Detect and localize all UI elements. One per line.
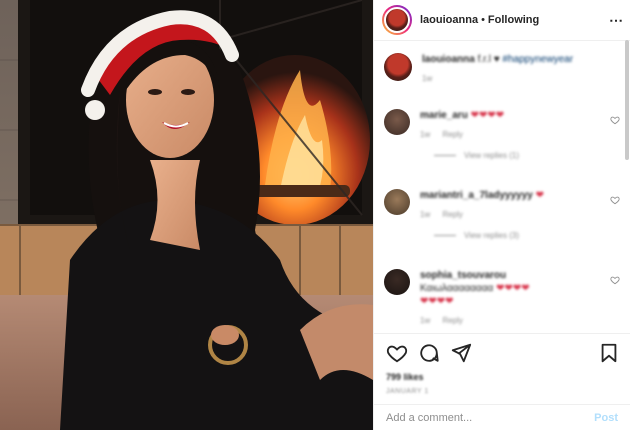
comment-reply-button[interactable]: Reply <box>442 210 462 219</box>
comment-body: marie_aru ❤❤❤❤ 1w Reply View replies (1) <box>420 109 610 160</box>
likes-count[interactable]: 799 likes <box>386 372 620 382</box>
post-date[interactable]: JANUARY 1 <box>386 388 620 395</box>
caption-meta: 1w <box>422 74 620 83</box>
post-actions: 799 likes JANUARY 1 <box>374 333 630 395</box>
comment-time[interactable]: 1w <box>420 210 430 219</box>
comment-avatar[interactable] <box>384 189 410 215</box>
comment-username[interactable]: mariantri_a_7ladyyyyyy <box>420 190 533 201</box>
comment-bubble-icon[interactable] <box>418 342 440 364</box>
comment-hearts: ❤❤❤❤ <box>496 283 530 294</box>
comment-time[interactable]: 1w <box>420 316 430 325</box>
view-replies-label[interactable]: View replies (3) <box>464 231 519 240</box>
more-options-icon[interactable]: ⋯ <box>609 12 624 29</box>
comment-body: sophia_tsouvarou Καιωλαααααααα ❤❤❤❤ ❤❤❤❤… <box>420 269 610 325</box>
caption-time[interactable]: 1w <box>422 74 432 83</box>
comment-reply-button[interactable]: Reply <box>442 316 462 325</box>
comment-hearts: ❤ <box>535 190 545 201</box>
comment-content: Καιωλαααααααα <box>420 283 494 294</box>
post-header: laouioanna • Following ⋯ <box>374 5 630 35</box>
comment-item: mariantri_a_7ladyyyyyy ❤ 1w Reply View r… <box>384 189 620 240</box>
comment-composer: Post <box>374 404 630 430</box>
comment-hearts: ❤❤❤❤ <box>470 110 505 121</box>
comment-input[interactable] <box>386 411 595 424</box>
post-panel: laouioanna • Following ⋯ laouioanna f.r.… <box>373 0 630 430</box>
comment-like-icon[interactable] <box>610 275 620 285</box>
post-photo[interactable] <box>0 0 373 430</box>
caption-username[interactable]: laouioanna <box>422 54 475 65</box>
action-icons <box>386 340 620 366</box>
comment-item: marie_aru ❤❤❤❤ 1w Reply View replies (1) <box>384 109 620 160</box>
comments-list[interactable]: laouioanna f.r.l ♥ #happynewyear 1w mari… <box>374 40 630 330</box>
comment-meta: 1w Reply <box>420 316 610 325</box>
caption: laouioanna f.r.l ♥ #happynewyear 1w <box>384 53 620 83</box>
paper-plane-icon[interactable] <box>450 342 472 364</box>
comment-hearts-second-line: ❤❤❤❤ <box>420 296 454 307</box>
comment-meta: 1w Reply <box>420 210 610 219</box>
caption-hashtag[interactable]: #happynewyear <box>502 54 573 65</box>
caption-avatar[interactable] <box>384 53 412 81</box>
caption-body: laouioanna f.r.l ♥ #happynewyear 1w <box>422 53 620 83</box>
comment-like-icon[interactable] <box>610 115 620 125</box>
comment-text: mariantri_a_7ladyyyyyy ❤ <box>420 189 610 202</box>
comment-avatar[interactable] <box>384 269 410 295</box>
header-separator: • <box>481 14 485 26</box>
replies-line <box>434 155 456 156</box>
comment-item: sophia_tsouvarou Καιωλαααααααα ❤❤❤❤ ❤❤❤❤… <box>384 269 620 325</box>
caption-avatar-wrap[interactable] <box>384 53 412 81</box>
comment-meta: 1w Reply <box>420 130 610 139</box>
view-replies-button[interactable]: View replies (1) <box>434 151 610 160</box>
comment-body: mariantri_a_7ladyyyyyy ❤ 1w Reply View r… <box>420 189 610 240</box>
comment-text: marie_aru ❤❤❤❤ <box>420 109 610 122</box>
post-photo-illustration <box>0 0 373 430</box>
comments-scrollbar[interactable] <box>625 40 629 160</box>
comment-username[interactable]: sophia_tsouvarou <box>420 270 506 281</box>
view-replies-label[interactable]: View replies (1) <box>464 151 519 160</box>
comment-text: sophia_tsouvarou Καιωλαααααααα ❤❤❤❤ ❤❤❤❤ <box>420 269 610 308</box>
post-comment-button[interactable]: Post <box>594 412 618 424</box>
author-username[interactable]: laouioanna <box>420 14 478 26</box>
caption-heart: ♥ <box>493 54 500 65</box>
heart-outline-icon[interactable] <box>386 342 408 364</box>
author-avatar[interactable] <box>384 7 410 33</box>
following-button[interactable]: Following <box>488 14 539 26</box>
view-replies-button[interactable]: View replies (3) <box>434 231 610 240</box>
replies-line <box>434 235 456 236</box>
comment-reply-button[interactable]: Reply <box>442 130 462 139</box>
comment-time[interactable]: 1w <box>420 130 430 139</box>
caption-text: laouioanna f.r.l ♥ #happynewyear <box>422 53 620 66</box>
bookmark-icon[interactable] <box>598 342 620 364</box>
author-avatar-ring[interactable] <box>382 5 412 35</box>
caption-content: f.r.l <box>477 54 491 65</box>
comment-avatar[interactable] <box>384 109 410 135</box>
comment-username[interactable]: marie_aru <box>420 110 468 121</box>
comment-like-icon[interactable] <box>610 195 620 205</box>
